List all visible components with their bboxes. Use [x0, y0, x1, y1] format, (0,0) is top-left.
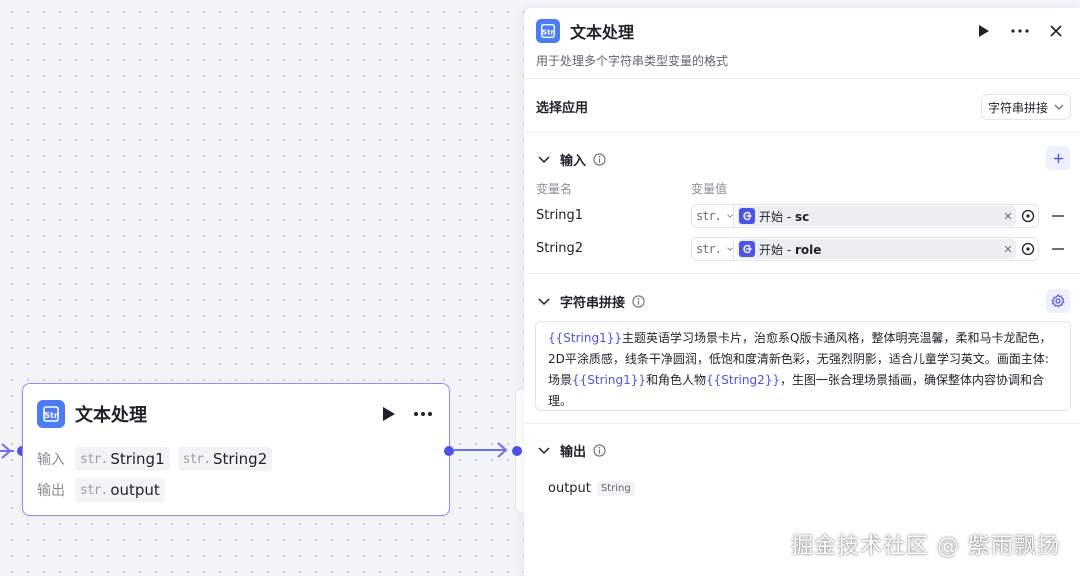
chevron-down-icon[interactable] — [536, 152, 552, 168]
divider — [524, 273, 1080, 274]
column-header-value: 变量值 — [691, 182, 728, 196]
text-process-node[interactable]: Str 文本处理 输入 str. String1 str. String2 输出… — [22, 383, 450, 516]
svg-text:Str: Str — [542, 28, 555, 37]
variable-name: String2 — [536, 241, 584, 256]
str-icon: Str — [37, 400, 65, 428]
node-input-tag: str. String2 — [177, 447, 273, 471]
input-section-title: 输入 — [560, 154, 587, 169]
next-node-input-port[interactable] — [512, 446, 522, 456]
panel-description: 用于处理多个字符串类型变量的格式 — [536, 54, 729, 68]
node-output-port[interactable] — [444, 446, 454, 456]
type-select-value: str. — [696, 209, 722, 223]
start-ref-icon — [739, 241, 755, 257]
tag-name: output — [110, 481, 160, 499]
more-icon[interactable] — [1008, 19, 1032, 43]
divider — [524, 78, 1080, 79]
column-header-name: 变量名 — [536, 182, 573, 196]
connection-edge — [454, 442, 508, 458]
info-icon[interactable] — [631, 295, 645, 309]
play-icon[interactable] — [972, 19, 996, 43]
plus-icon[interactable] — [1046, 146, 1070, 170]
start-ref-icon — [739, 208, 755, 224]
concat-section-title: 字符串拼接 — [560, 296, 626, 311]
variable-value-field[interactable]: str. 开始 - role ✕ — [691, 237, 1039, 261]
tag-name: String2 — [212, 450, 268, 468]
select-app-label-text: 选择应用 — [536, 101, 589, 116]
svg-text:Str: Str — [44, 411, 58, 420]
more-icon[interactable] — [411, 402, 435, 426]
variable-reference-chip[interactable]: 开始 - sc ✕ — [737, 206, 1016, 226]
chevron-down-icon — [727, 214, 733, 218]
node-input-tag: str. String1 — [75, 447, 170, 471]
select-app-label: 选择应用 — [536, 97, 588, 116]
template-variable: {{String2}} — [706, 373, 781, 387]
template-variable: {{String1}} — [572, 373, 647, 387]
gear-icon[interactable] — [1046, 289, 1070, 313]
minus-icon[interactable] — [1051, 209, 1065, 223]
chevron-down-icon[interactable] — [536, 294, 552, 310]
chevron-down-icon — [1054, 104, 1064, 110]
node-outputs-row: 输出 str. output — [37, 478, 173, 502]
reference-text: 开始 - role — [759, 242, 822, 257]
node-input-label: 输入 — [37, 452, 65, 468]
select-app-value: 字符串拼接 — [988, 100, 1049, 115]
tag-name: String1 — [110, 450, 165, 468]
type-select[interactable]: str. — [692, 238, 734, 260]
concat-section-header[interactable]: 字符串拼接 — [536, 292, 645, 311]
close-icon[interactable]: ✕ — [1000, 243, 1016, 256]
target-icon[interactable] — [1018, 206, 1038, 226]
tag-type: str. — [80, 482, 108, 498]
divider — [524, 423, 1080, 424]
concat-template-editor[interactable]: {{String1}}主题英语学习场景卡片，治愈系Q版卡通风格，整体明亮温馨，柔… — [535, 321, 1071, 411]
tag-type: str. — [182, 451, 211, 467]
node-output-label: 输出 — [37, 483, 65, 499]
select-app-dropdown[interactable]: 字符串拼接 — [981, 94, 1071, 120]
play-icon[interactable] — [377, 402, 401, 426]
output-type-badge: String — [596, 481, 635, 496]
variable-reference-chip[interactable]: 开始 - role ✕ — [737, 239, 1016, 259]
template-variable: {{String1}} — [548, 331, 622, 345]
template-text: 和角色人物 — [646, 373, 707, 387]
info-icon[interactable] — [592, 153, 606, 167]
variable-value-field[interactable]: str. 开始 - sc ✕ — [691, 204, 1039, 228]
panel-title: 文本处理 — [570, 23, 635, 42]
str-icon: Str — [536, 19, 560, 43]
node-output-tag: str. output — [75, 478, 165, 502]
incoming-edge-arrow — [1, 443, 12, 459]
output-section-header[interactable]: 输出 — [536, 441, 606, 460]
output-variable: output String — [548, 481, 635, 496]
chevron-down-icon — [727, 247, 733, 251]
minus-icon[interactable] — [1051, 242, 1065, 256]
close-icon[interactable] — [1044, 19, 1068, 43]
divider — [524, 132, 1080, 133]
input-section-header[interactable]: 输入 — [536, 150, 606, 169]
reference-text: 开始 - sc — [759, 209, 810, 224]
close-icon[interactable]: ✕ — [1000, 210, 1016, 223]
tag-type: str. — [80, 451, 108, 467]
node-settings-panel: Str 文本处理 用于处理多个字符串类型变量的格式 选择应用 字符串拼接 输入 — [524, 8, 1080, 576]
output-section-title: 输出 — [560, 445, 587, 460]
type-select-value: str. — [696, 242, 722, 256]
chevron-down-icon[interactable] — [536, 443, 552, 459]
output-name: output — [548, 481, 591, 496]
watermark: 掘金技术社区 @ 紫雨飘扬 — [791, 534, 1060, 559]
type-select[interactable]: str. — [692, 205, 734, 227]
node-title: 文本处理 — [75, 405, 147, 426]
node-inputs-row: 输入 str. String1 str. String2 — [37, 447, 280, 471]
info-icon[interactable] — [592, 444, 606, 458]
target-icon[interactable] — [1018, 239, 1038, 259]
variable-name: String1 — [536, 208, 584, 223]
